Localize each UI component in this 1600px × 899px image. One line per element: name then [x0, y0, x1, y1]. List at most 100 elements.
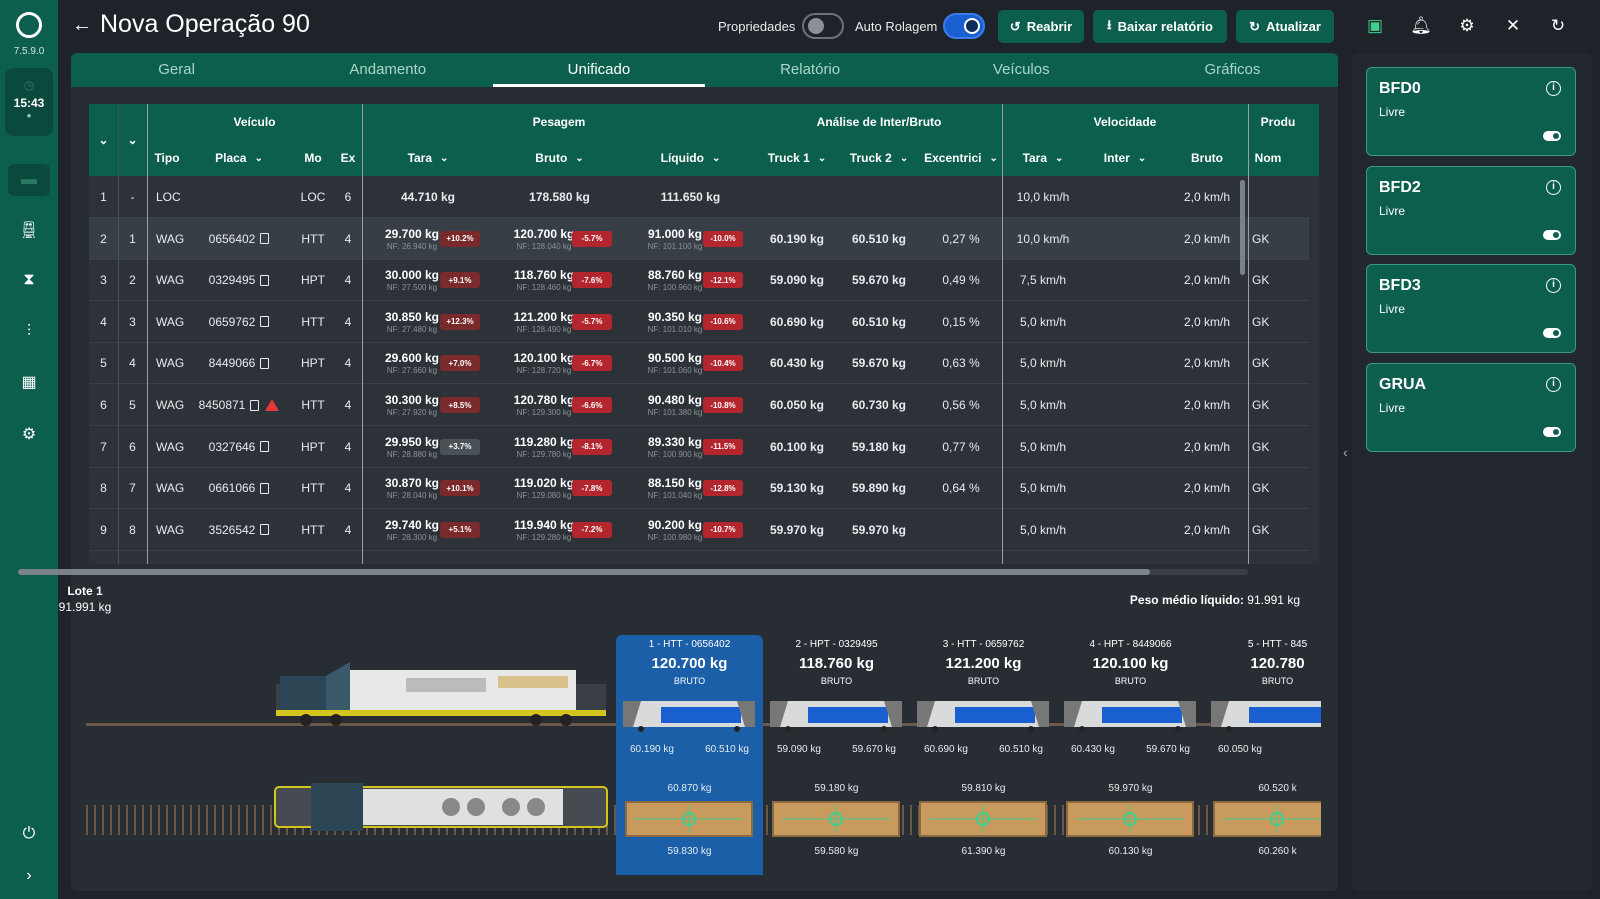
sort-chevron-icon[interactable]: ⌄ — [989, 153, 997, 164]
table-horizontal-scrollbar[interactable] — [18, 569, 1248, 575]
sort-chevron-icon[interactable]: ⌄ — [254, 153, 262, 164]
nav-operations-icon[interactable]: ▬ — [8, 164, 50, 196]
table-row[interactable]: 5 4 WAG 8449066 HPT 4 29.600 kg NF: 27.660 kg +7… — [89, 342, 1309, 385]
table-row[interactable]: 8 7 WAG 0661066 HTT 4 30.870 kg NF: 28.040 kg +1… — [89, 467, 1309, 510]
column-header[interactable]: Tipo — [147, 140, 187, 176]
column-header[interactable]: Tara ⌄ — [1002, 140, 1084, 176]
atualizar-label: Atualizar — [1266, 19, 1321, 34]
info-icon[interactable]: i — [1546, 81, 1561, 96]
balance-card[interactable]: BFD3 Livre i — [1366, 264, 1576, 353]
tab-unificado[interactable]: Unificado — [493, 53, 705, 87]
wagon-card[interactable]: 4 - HPT - 8449066 120.100 kg BRUTO 60.430 k… — [1057, 635, 1204, 875]
cell-modelo: HTT — [301, 522, 325, 537]
column-header[interactable]: Tara ⌄ — [362, 140, 494, 176]
document-icon[interactable] — [260, 357, 270, 369]
info-icon[interactable]: i — [1546, 376, 1561, 392]
tab-geral[interactable]: Geral — [71, 53, 282, 87]
reload-icon[interactable]: ↻ — [1546, 14, 1570, 38]
expand-sidebar-icon[interactable]: › — [8, 860, 50, 892]
table-row[interactable]: 7 6 WAG 0327646 HPT 4 29.950 kg NF: 28.880 kg +3… — [89, 426, 1309, 468]
table-row[interactable]: 6 5 WAG 8450871 HTT 4 30.300 kg NF: 27.920 kg +8… — [89, 384, 1309, 426]
propriedades-toggle[interactable] — [802, 13, 844, 39]
nav-hourglass-icon[interactable]: ⧗ — [8, 264, 50, 296]
nav-train-icon[interactable]: 🚆︎ — [8, 214, 50, 246]
reabrir-button[interactable]: ↺ Reabrir — [998, 10, 1084, 43]
sort-chevron-icon[interactable]: ⌄ — [900, 153, 908, 164]
wagon-card[interactable]: 5 - HTT - 845 120.780 BRUTO 60.050 kg 60.520… — [1204, 635, 1321, 875]
cell-placa: 0327646 — [187, 426, 291, 468]
sort-chevron-icon[interactable]: ⌄ — [1055, 153, 1063, 164]
nav-settings-icon[interactable]: ⚙ — [8, 418, 50, 450]
document-icon[interactable] — [260, 274, 270, 286]
tab-andamento[interactable]: Andamento — [282, 53, 493, 87]
cell-tipo: WAG — [156, 398, 185, 412]
monitor-icon[interactable]: ▣ — [1363, 14, 1387, 38]
balance-card[interactable]: BFD2 Livre i — [1366, 165, 1576, 255]
balance-toggle[interactable] — [1543, 426, 1561, 437]
collapse-panel-icon[interactable]: ‹ — [1343, 444, 1348, 460]
balance-card[interactable]: GRUA Livre i — [1366, 362, 1576, 452]
nav-dashboard-icon[interactable]: ▦ — [8, 366, 50, 398]
wagon-title: 3 - HTT - 0659762 — [942, 639, 1025, 650]
expand-column-chevron-icon[interactable]: ⌄ — [118, 104, 147, 176]
info-icon[interactable]: i — [1546, 278, 1561, 293]
column-header[interactable]: Líquido ⌄ — [625, 140, 756, 176]
info-icon[interactable]: i — [1546, 179, 1561, 195]
document-icon[interactable] — [260, 441, 270, 453]
sort-chevron-icon[interactable]: ⌄ — [818, 153, 826, 164]
document-icon[interactable] — [260, 482, 270, 494]
column-header[interactable]: Inter ⌄ — [1084, 140, 1166, 176]
column-header[interactable]: Ex — [335, 140, 361, 176]
atualizar-button[interactable]: ↻ Atualizar — [1236, 10, 1334, 43]
column-header[interactable]: Truck 2 ⌄ — [838, 140, 920, 176]
table-row[interactable]: 1 - LOC LOC 6 44.710 kg 178.580 kg 111.650 kg 10… — [89, 176, 1309, 218]
wagon-title: 5 - HTT - 845 — [1247, 639, 1308, 650]
cell-nome: GK — [1252, 481, 1270, 496]
sort-chevron-icon[interactable]: ⌄ — [575, 153, 583, 164]
sort-chevron-icon[interactable]: ⌄ — [712, 153, 720, 164]
tab-veiculos[interactable]: Veículos — [916, 53, 1127, 87]
power-icon[interactable]: ⏻ — [8, 818, 50, 850]
document-icon[interactable] — [260, 233, 270, 245]
column-header[interactable]: Truck 1 ⌄ — [756, 140, 838, 176]
close-icon[interactable]: ✕ — [1501, 14, 1525, 38]
column-header[interactable]: Excentrici ⌄ — [920, 140, 1002, 176]
column-header[interactable]: Mo — [291, 140, 335, 176]
auto-rolagem-toggle[interactable] — [943, 13, 985, 39]
balance-card[interactable]: BFD0 Livre i — [1366, 67, 1576, 156]
row-number: 7 — [100, 439, 107, 454]
cell-eixos: 4 — [344, 314, 352, 329]
expand-column-chevron-icon[interactable]: ⌄ — [89, 104, 118, 176]
back-arrow-icon[interactable]: ← — [72, 14, 92, 37]
wagon-card[interactable]: 3 - HTT - 0659762 121.200 kg BRUTO 60.690 k… — [910, 635, 1057, 875]
table-row[interactable]: 2 1 WAG 0656402 HTT 4 29.700 kg NF: 26.940 kg +1… — [89, 217, 1309, 260]
cell-placa: 0661066 — [187, 467, 291, 509]
column-header[interactable]: Nom — [1248, 140, 1288, 176]
tab-relatorio[interactable]: Relatório — [705, 53, 916, 87]
nav-scale-icon[interactable]: ⫶ — [8, 316, 50, 348]
column-header[interactable]: Placa ⌄ — [187, 140, 291, 176]
sort-chevron-icon[interactable]: ⌄ — [440, 153, 448, 164]
wagon-card[interactable]: 1 - HTT - 0656402 120.700 kg BRUTO 60.190 k… — [616, 635, 763, 875]
document-icon[interactable] — [250, 399, 260, 411]
table-row[interactable]: 3 2 WAG 0329495 HPT 4 30.000 kg NF: 27.500 kg +9… — [89, 259, 1309, 302]
tara-nf: NF: 27.920 kg — [386, 408, 438, 417]
column-header[interactable]: Bruto — [1166, 140, 1248, 176]
balance-toggle[interactable] — [1543, 328, 1561, 338]
balance-toggle[interactable] — [1543, 131, 1561, 141]
baixar-relatorio-button[interactable]: ⭳ Baixar relatório — [1093, 10, 1227, 43]
table-row[interactable]: 4 3 WAG 0659762 HTT 4 30.850 kg NF: 27.480 kg +1… — [89, 301, 1309, 343]
row-sequence: 3 — [129, 314, 136, 329]
table-row[interactable]: 9 8 WAG 3526542 HTT 4 29.740 kg NF: 28.300 kg +5… — [89, 509, 1309, 551]
gear-icon[interactable]: ⚙ — [1455, 14, 1479, 38]
balance-toggle[interactable] — [1543, 229, 1561, 240]
tab-graficos[interactable]: Gráficos — [1127, 53, 1338, 87]
wagon-card[interactable]: 2 - HPT - 0329495 118.760 kg BRUTO 59.090 k… — [763, 635, 910, 875]
sort-chevron-icon[interactable]: ⌄ — [1138, 153, 1146, 164]
document-icon[interactable] — [260, 524, 270, 536]
bell-icon[interactable]: 🔔︎ — [1409, 14, 1433, 38]
table-vertical-scrollbar[interactable] — [1240, 180, 1245, 275]
cell-vel-bruto: 2,0 km/h — [1183, 231, 1231, 246]
column-header[interactable]: Bruto ⌄ — [494, 140, 625, 176]
document-icon[interactable] — [260, 316, 270, 328]
